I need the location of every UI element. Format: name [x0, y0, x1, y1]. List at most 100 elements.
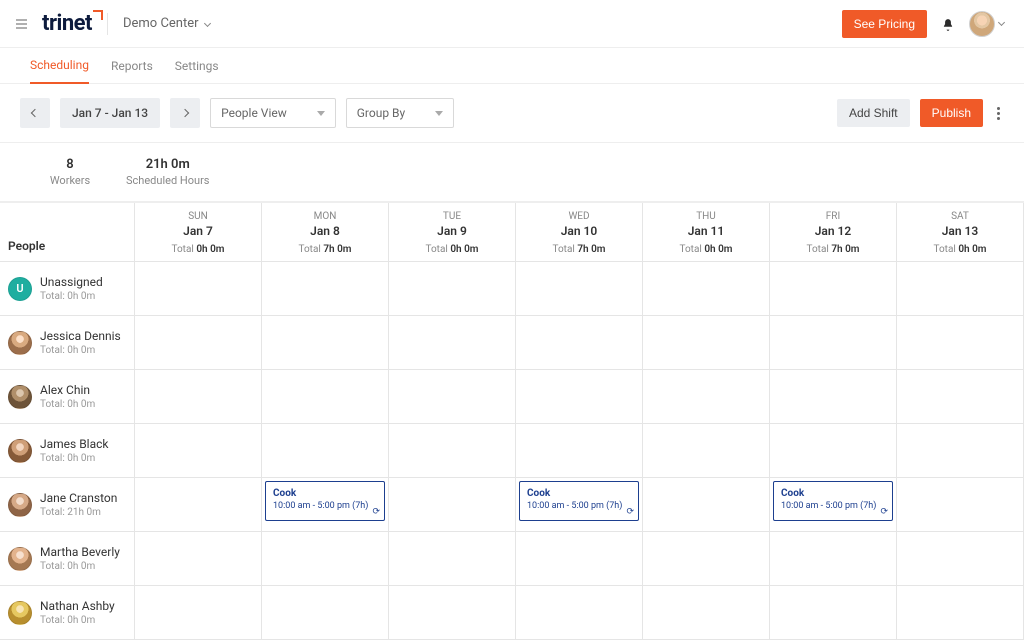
schedule-cell[interactable]	[516, 370, 643, 424]
person-avatar	[8, 493, 32, 517]
schedule-cell[interactable]: Cook 10:00 am - 5:00 pm (7h) ⟳	[516, 478, 643, 532]
schedule-cell[interactable]	[262, 370, 389, 424]
person-cell[interactable]: Nathan Ashby Total: 0h 0m	[0, 586, 135, 640]
tab-reports[interactable]: Reports	[111, 59, 153, 83]
shift-block[interactable]: Cook 10:00 am - 5:00 pm (7h) ⟳	[773, 481, 893, 521]
schedule-cell[interactable]	[135, 586, 262, 640]
person-cell[interactable]: Alex Chin Total: 0h 0m	[0, 370, 135, 424]
schedule-cell[interactable]	[643, 424, 770, 478]
day-header: SAT Jan 13 Total 0h 0m	[897, 203, 1024, 262]
date-range[interactable]: Jan 7 - Jan 13	[60, 98, 160, 128]
shift-block[interactable]: Cook 10:00 am - 5:00 pm (7h) ⟳	[265, 481, 385, 521]
schedule-cell[interactable]	[643, 370, 770, 424]
schedule-cell[interactable]	[897, 262, 1024, 316]
day-date: Jan 10	[522, 224, 636, 238]
nav-tabs: Scheduling Reports Settings	[0, 48, 1024, 84]
shift-role: Cook	[527, 488, 631, 499]
person-avatar	[8, 601, 32, 625]
chevron-down-icon	[998, 18, 1005, 25]
schedule-cell[interactable]	[135, 478, 262, 532]
shift-block[interactable]: Cook 10:00 am - 5:00 pm (7h) ⟳	[519, 481, 639, 521]
schedule-cell[interactable]	[770, 424, 897, 478]
schedule-cell[interactable]	[770, 586, 897, 640]
schedule-cell[interactable]	[770, 532, 897, 586]
stat-workers-value: 8	[66, 157, 73, 172]
schedule-cell[interactable]	[897, 370, 1024, 424]
day-total: Total 0h 0m	[649, 244, 763, 255]
schedule-cell[interactable]	[262, 532, 389, 586]
schedule-cell[interactable]	[897, 424, 1024, 478]
tab-scheduling[interactable]: Scheduling	[30, 58, 89, 84]
schedule-cell[interactable]	[389, 262, 516, 316]
schedule-cell[interactable]	[135, 424, 262, 478]
schedule-cell[interactable]	[897, 316, 1024, 370]
schedule-cell[interactable]	[516, 262, 643, 316]
schedule-cell[interactable]	[135, 370, 262, 424]
more-options-button[interactable]	[993, 103, 1004, 124]
schedule-cell[interactable]	[389, 424, 516, 478]
chevron-down-icon	[204, 20, 211, 27]
person-cell[interactable]: Martha Beverly Total: 0h 0m	[0, 532, 135, 586]
next-week-button[interactable]	[170, 98, 200, 128]
company-name: Demo Center	[123, 16, 199, 31]
tab-settings[interactable]: Settings	[175, 59, 219, 83]
day-date: Jan 7	[141, 224, 255, 238]
schedule-cell[interactable]	[770, 370, 897, 424]
person-cell[interactable]: James Black Total: 0h 0m	[0, 424, 135, 478]
schedule-cell[interactable]	[389, 370, 516, 424]
schedule-cell[interactable]	[135, 532, 262, 586]
schedule-cell[interactable]	[770, 262, 897, 316]
add-shift-button[interactable]: Add Shift	[837, 99, 910, 127]
schedule-cell[interactable]	[897, 478, 1024, 532]
schedule-cell[interactable]	[516, 532, 643, 586]
schedule-cell[interactable]	[262, 424, 389, 478]
schedule-cell[interactable]	[389, 316, 516, 370]
schedule-cell[interactable]	[897, 532, 1024, 586]
see-pricing-button[interactable]: See Pricing	[842, 10, 927, 38]
prev-week-button[interactable]	[20, 98, 50, 128]
schedule-cell[interactable]	[516, 316, 643, 370]
schedule-cell[interactable]	[389, 586, 516, 640]
user-menu[interactable]	[969, 11, 1004, 37]
schedule-cell[interactable]	[643, 262, 770, 316]
company-select[interactable]: Demo Center	[123, 16, 210, 31]
day-header: FRI Jan 12 Total 7h 0m	[770, 203, 897, 262]
schedule-cell[interactable]	[643, 532, 770, 586]
person-cell[interactable]: Jane Cranston Total: 21h 0m	[0, 478, 135, 532]
day-of-week: THU	[649, 211, 763, 222]
day-date: Jan 11	[649, 224, 763, 238]
repeat-icon: ⟳	[372, 507, 380, 517]
schedule-cell[interactable]	[389, 478, 516, 532]
person-cell[interactable]: Jessica Dennis Total: 0h 0m	[0, 316, 135, 370]
day-date: Jan 13	[903, 224, 1017, 238]
person-total: Total: 0h 0m	[40, 453, 109, 464]
publish-button[interactable]: Publish	[920, 99, 983, 127]
person-cell[interactable]: UUnassigned Total: 0h 0m	[0, 262, 135, 316]
schedule-cell[interactable]	[262, 262, 389, 316]
day-total: Total 7h 0m	[268, 244, 382, 255]
schedule-cell[interactable]: Cook 10:00 am - 5:00 pm (7h) ⟳	[262, 478, 389, 532]
schedule-cell[interactable]	[516, 586, 643, 640]
schedule-cell[interactable]	[262, 316, 389, 370]
stat-sched-label: Scheduled Hours	[126, 174, 209, 187]
schedule-cell[interactable]	[135, 262, 262, 316]
person-total: Total: 0h 0m	[40, 345, 121, 356]
schedule-cell[interactable]	[897, 586, 1024, 640]
schedule-cell[interactable]	[643, 586, 770, 640]
schedule-cell[interactable]	[516, 424, 643, 478]
day-total: Total 0h 0m	[395, 244, 509, 255]
notifications-icon[interactable]	[941, 17, 955, 31]
person-total: Total: 0h 0m	[40, 561, 120, 572]
schedule-cell[interactable]	[389, 532, 516, 586]
stat-workers: 8 Workers	[30, 157, 110, 187]
schedule-cell[interactable]	[643, 478, 770, 532]
view-select[interactable]: People View	[210, 98, 336, 128]
schedule-cell[interactable]	[262, 586, 389, 640]
schedule-cell[interactable]	[770, 316, 897, 370]
schedule-cell[interactable]	[135, 316, 262, 370]
schedule-cell[interactable]: Cook 10:00 am - 5:00 pm (7h) ⟳	[770, 478, 897, 532]
day-of-week: TUE	[395, 211, 509, 222]
schedule-cell[interactable]	[643, 316, 770, 370]
nav-toggle-icon[interactable]	[16, 15, 32, 33]
group-by-select[interactable]: Group By	[346, 98, 454, 128]
